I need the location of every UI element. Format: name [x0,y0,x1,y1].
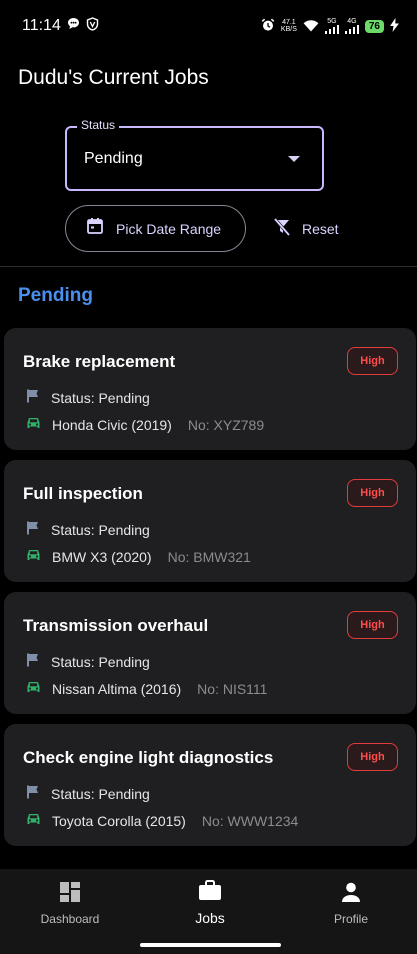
net-speed-value: 47.1 [282,19,296,26]
job-card[interactable]: Full inspection High Status: Pending BMW… [4,460,416,582]
flag-icon [25,652,41,671]
job-status: Status: Pending [51,521,150,538]
job-vehicle-row: Honda Civic (2019) No: XYZ789 [25,415,264,434]
chat-bubble-icon [67,17,80,35]
calendar-icon [86,217,104,240]
job-status: Status: Pending [51,653,150,670]
job-vehicle: Nissan Altima (2016) [52,680,182,697]
clock: 11:14 [22,17,61,34]
nav-jobs[interactable]: Jobs [150,879,270,926]
bottom-nav: Dashboard Jobs Profile [0,869,417,954]
job-plate: No: BMW321 [167,548,251,565]
job-status-row: Status: Pending [25,388,150,407]
job-status: Status: Pending [51,389,150,406]
network-speed: 47.1 KB/S [281,19,297,33]
vpn-shield-icon [86,16,99,36]
reset-button[interactable]: Reset [268,212,343,246]
section-title: Pending [18,285,93,306]
priority-badge: High [347,479,398,507]
briefcase-icon [198,879,222,904]
job-plate: No: NIS111 [197,680,268,697]
job-vehicle-row: Nissan Altima (2016) No: NIS111 [25,679,267,698]
dashboard-icon [59,881,81,906]
car-icon [25,811,42,830]
signal-5g: 5G [324,18,339,34]
job-card[interactable]: Brake replacement High Status: Pending H… [4,328,416,450]
page-title: Dudu's Current Jobs [18,66,209,89]
nav-profile-label: Profile [333,912,368,926]
charging-icon [390,18,399,34]
priority-badge: High [347,743,398,771]
caret-down-icon [288,156,300,162]
flag-icon [25,520,41,539]
wifi-icon [303,19,319,34]
job-vehicle: BMW X3 (2020) [52,548,152,565]
net-speed-unit: KB/S [280,26,297,33]
car-icon [25,547,42,566]
signal-4g: 4G [344,18,359,34]
nav-jobs-label: Jobs [195,910,225,926]
job-list: Brake replacement High Status: Pending H… [4,328,417,856]
pick-date-range-label: Pick Date Range [116,220,222,237]
job-card[interactable]: Check engine light diagnostics High Stat… [4,724,416,846]
priority-badge: High [347,611,398,639]
job-card[interactable]: Transmission overhaul High Status: Pendi… [4,592,416,714]
person-icon [340,881,362,906]
job-title: Transmission overhaul [23,616,209,635]
job-status: Status: Pending [51,785,150,802]
reset-label: Reset [302,221,339,237]
signal-bars-icon [344,25,359,34]
car-icon [25,679,42,698]
job-vehicle-row: Toyota Corolla (2015) No: WWW1234 [25,811,298,830]
job-title: Full inspection [23,484,143,503]
job-status-row: Status: Pending [25,520,150,539]
status-dropdown[interactable]: Status Pending [65,118,324,191]
job-vehicle-row: BMW X3 (2020) No: BMW321 [25,547,251,566]
signal-bars-icon [324,25,339,34]
home-indicator[interactable] [140,943,281,947]
status-bar: 11:14 47.1 KB/S 5G 4G 76 [0,0,417,52]
status-dropdown-value: Pending [84,150,143,167]
priority-badge: High [347,347,398,375]
job-title: Brake replacement [23,352,176,371]
nav-profile[interactable]: Profile [291,881,411,926]
nav-dashboard-label: Dashboard [40,912,100,926]
signal-4g-label: 4G [347,18,357,25]
job-plate: No: XYZ789 [187,416,265,433]
job-vehicle: Honda Civic (2019) [52,416,172,433]
car-icon [25,415,42,434]
signal-5g-label: 5G [327,18,337,25]
alarm-icon [261,18,275,34]
filter-clear-icon [272,217,292,241]
job-vehicle: Toyota Corolla (2015) [52,812,186,829]
divider [0,266,417,267]
status-dropdown-label: Status [77,118,120,132]
nav-dashboard[interactable]: Dashboard [10,881,130,926]
job-title: Check engine light diagnostics [23,748,274,767]
job-plate: No: WWW1234 [201,812,299,829]
pick-date-range-button[interactable]: Pick Date Range [65,205,246,252]
job-status-row: Status: Pending [25,784,150,803]
battery-level: 76 [364,19,384,33]
flag-icon [25,784,41,803]
flag-icon [25,388,41,407]
job-status-row: Status: Pending [25,652,150,671]
